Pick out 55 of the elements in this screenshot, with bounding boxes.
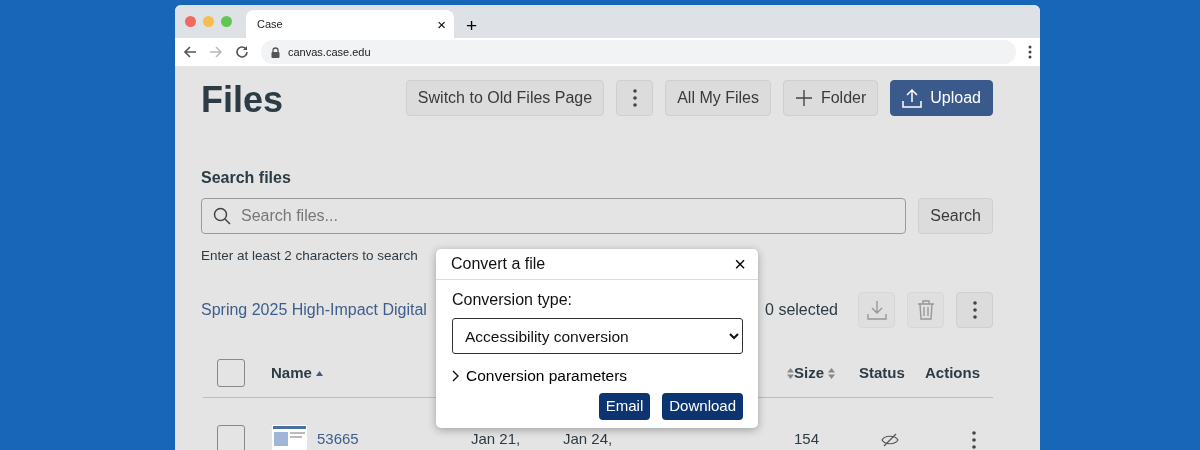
toolbar-button[interactable]: All My Files bbox=[665, 80, 771, 116]
chevron-icon bbox=[452, 369, 460, 382]
more-icon bbox=[972, 430, 976, 449]
trash-icon bbox=[916, 299, 935, 320]
close-button[interactable]: × bbox=[734, 254, 746, 274]
column-header[interactable]: Actions bbox=[925, 362, 980, 385]
selected-count: 0 selected bbox=[765, 299, 838, 320]
breadcrumb-link[interactable]: Spring 2025 High-Impact Digital bbox=[201, 297, 427, 322]
upload-button[interactable]: Upload bbox=[890, 80, 993, 116]
dialog-button[interactable]: Email bbox=[598, 393, 651, 420]
conversion-type-select[interactable]: Accessibility conversion bbox=[452, 318, 743, 354]
status-icon bbox=[881, 432, 899, 447]
new-tab-button[interactable]: + bbox=[462, 16, 482, 35]
sort-icon[interactable] bbox=[828, 367, 835, 379]
page-title: Files bbox=[201, 80, 284, 120]
zoom-window-icon[interactable] bbox=[221, 16, 232, 27]
download-icon bbox=[866, 299, 887, 320]
upload-icon bbox=[902, 88, 923, 108]
tab-title: Case bbox=[257, 16, 283, 32]
close-tab-button[interactable]: × bbox=[437, 16, 446, 32]
dialog-title: Convert a file bbox=[451, 254, 546, 274]
more-button[interactable] bbox=[616, 80, 654, 116]
more-icon bbox=[632, 89, 637, 107]
conversion-parameters-toggle[interactable]: Conversion parameters bbox=[452, 364, 628, 388]
column-header[interactable]: Status bbox=[859, 362, 905, 385]
search-label: Search files bbox=[201, 167, 292, 188]
search-field[interactable]: Search files... bbox=[201, 197, 907, 234]
table-cell-text: Jan 24, bbox=[563, 428, 614, 449]
table-cell-text: Jan 21, bbox=[471, 428, 522, 449]
browser-tab[interactable]: Case × bbox=[246, 10, 454, 38]
back-icon[interactable] bbox=[183, 45, 197, 59]
new-folder-button[interactable]: Folder bbox=[782, 80, 879, 116]
reload-icon[interactable] bbox=[235, 45, 249, 59]
browser-menu-icon[interactable] bbox=[1028, 45, 1032, 59]
plus-icon bbox=[794, 89, 813, 107]
lock-icon bbox=[271, 46, 280, 58]
toolbar-button[interactable]: Switch to Old Files Page bbox=[405, 80, 605, 116]
conversion-type-label: Conversion type: bbox=[452, 290, 574, 310]
sort-ascending-icon[interactable] bbox=[315, 370, 323, 376]
sort-icon[interactable] bbox=[787, 367, 794, 379]
more-icon bbox=[972, 300, 977, 319]
row-checkbox[interactable] bbox=[217, 424, 245, 450]
dialog-button[interactable]: Download bbox=[662, 393, 743, 420]
file-name-link[interactable]: 53665 bbox=[317, 427, 471, 450]
file-thumbnail bbox=[271, 423, 308, 450]
select-all-checkbox[interactable] bbox=[217, 359, 245, 388]
url-text: canvas.case.edu bbox=[288, 44, 371, 60]
search-button[interactable]: Search bbox=[918, 197, 993, 234]
more-button[interactable] bbox=[956, 291, 993, 328]
table-cell-text: 154 bbox=[794, 428, 821, 449]
address-bar[interactable]: canvas.case.edu bbox=[261, 40, 1016, 64]
close-window-icon[interactable] bbox=[185, 16, 196, 27]
column-header[interactable]: Name bbox=[271, 362, 312, 385]
search-hint: Enter at least 2 characters to search bbox=[201, 246, 418, 265]
column-header[interactable]: Size bbox=[794, 362, 824, 385]
